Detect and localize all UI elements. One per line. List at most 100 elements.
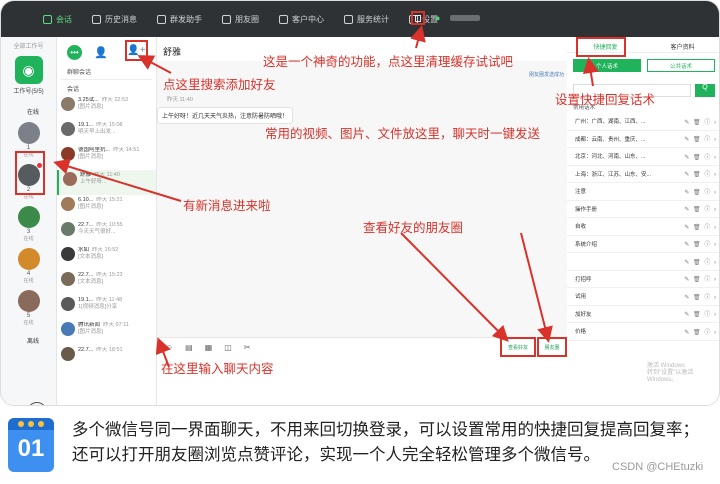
view-moments-button[interactable]: 朋友圈 (537, 337, 567, 357)
image-icon[interactable]: ▦ (205, 343, 213, 352)
menu-item[interactable]: 朋友圈 (222, 14, 259, 25)
chat-item-text: 22.7... 昨天 18:51 (78, 347, 123, 354)
clear-cache-button[interactable] (411, 11, 425, 25)
reply-row[interactable]: 北京：河北、河南、山东、... ✎ 🗑 ⓘ › (567, 148, 719, 166)
avatar (61, 297, 75, 311)
personal-scripts-tab[interactable]: 个人话术 (573, 59, 641, 72)
notice-link[interactable]: 朋友圈发送成功 (529, 71, 564, 78)
row-actions-icon[interactable]: ✎ 🗑 ⓘ › (684, 204, 717, 213)
reply-row[interactable]: 打招呼 ✎ 🗑 ⓘ › (567, 271, 719, 288)
reply-row[interactable]: 操作手册 ✎ 🗑 ⓘ › (567, 201, 719, 218)
account-status: 在线 (23, 278, 34, 284)
chat-item-preview: [图片消息] (78, 329, 104, 335)
chat-list-item[interactable]: 22.7... 昨天 10:55 今天天气很好... (57, 220, 156, 245)
chat-item-time: 昨天 15:23 (96, 272, 123, 278)
menu-item[interactable]: 客户中心 (279, 14, 324, 25)
chat-item-time: 昨天 15:21 (96, 197, 123, 203)
reply-row[interactable]: 成都：云南、贵州、重庆、... ✎ 🗑 ⓘ › (567, 131, 719, 148)
row-actions-icon[interactable]: ✎ 🗑 ⓘ › (684, 292, 717, 301)
reply-row[interactable]: ✎ 🗑 ⓘ › (567, 253, 719, 271)
chat-list-item[interactable]: 舒雅 昨天 11:40 上午好呀... (57, 170, 156, 195)
chat-list-item[interactable]: 腾讯新闻 昨天 07:11 [图片消息] (57, 320, 156, 345)
folder-icon[interactable]: ▤ (185, 343, 193, 352)
chat-tab-icon[interactable]: ••• (67, 44, 82, 60)
chat-item-header: 腾讯新闻 昨天 07:11 (78, 322, 129, 329)
chat-item-time: 昨天 18:51 (96, 347, 123, 353)
menu-item[interactable]: 服务统计 (344, 14, 389, 25)
annotation-quick-reply: 设置快捷回复话术 (555, 93, 656, 107)
message-time: 昨天 11:40 (167, 97, 193, 103)
chat-list-item[interactable]: 19.1... 昨天 15:08 明天早上出发... (57, 120, 156, 145)
avatar (61, 247, 75, 261)
row-actions-icon[interactable]: ✎ 🗑 ⓘ › (684, 187, 717, 196)
avatar (61, 322, 75, 336)
offline-section-label: 离线 (27, 339, 40, 345)
account-item[interactable]: 3 在线 (1, 206, 56, 242)
chat-list-item[interactable]: 22.7... 昨天 15:23 [文本消息] (57, 270, 156, 295)
reply-row[interactable]: 广州：广西、湖南、江西、... ✎ 🗑 ⓘ › (567, 113, 719, 131)
chat-list-item[interactable]: 水如 昨天 16:52 [文本消息] (57, 245, 156, 270)
search-icon[interactable]: Q (695, 84, 715, 97)
chat-item-header: 水如 昨天 16:52 (78, 247, 118, 254)
reply-row[interactable]: 系统介绍 ✎ 🗑 ⓘ › (567, 236, 719, 253)
chat-list-item[interactable]: 德国阿里抗... 昨天 14:51 [图片消息] (57, 145, 156, 170)
chat-item-name: 舒雅 (80, 172, 92, 178)
chat-list-item[interactable]: 22.7... 昨天 18:51 (57, 345, 156, 370)
reply-row[interactable]: 价格 ✎ 🗑 ⓘ › (567, 323, 719, 341)
chat-list-item[interactable]: 6.10... 昨天 15:21 [图片消息] (57, 195, 156, 220)
chat-item-text: 22.7... 昨天 10:55 今天天气很好... (78, 222, 123, 236)
reply-row-label: 北京：河北、河南、山东、... (575, 154, 646, 161)
wechat-icon[interactable]: ◉ (14, 56, 43, 84)
emoji-icon[interactable]: ☺ (165, 343, 173, 352)
reply-row-label: 打招呼 (575, 276, 592, 283)
row-actions-icon[interactable]: ✎ 🗑 ⓘ › (684, 222, 717, 231)
row-actions-icon[interactable]: ✎ 🗑 ⓘ › (684, 257, 717, 266)
row-actions-icon[interactable]: ✎ 🗑 ⓘ › (684, 169, 717, 178)
watermark-line1: 激活 Windows (647, 363, 686, 369)
file-icon[interactable]: ◫ (224, 343, 232, 352)
reply-row[interactable]: 上海：浙江、江苏、山东、安... ✎ 🗑 ⓘ › (567, 166, 719, 183)
reply-row[interactable]: 加好友 ✎ 🗑 ⓘ › (567, 306, 719, 323)
reply-row[interactable]: 自收 ✎ 🗑 ⓘ › (567, 218, 719, 236)
row-actions-icon[interactable]: ✎ 🗑 ⓘ › (684, 152, 717, 161)
contacts-tab-icon[interactable]: 👤 (94, 46, 108, 59)
reply-row[interactable]: 注意 ✎ 🗑 ⓘ › (567, 183, 719, 201)
tab-customer-info[interactable]: 客户资料 (644, 37, 719, 52)
avatar (17, 206, 40, 228)
chat-section-label: 会话 (67, 87, 80, 93)
account-item[interactable]: 4 在线 (1, 248, 56, 284)
row-actions-icon[interactable]: ✎ 🗑 ⓘ › (684, 117, 717, 126)
reply-row[interactable]: 试用 ✎ 🗑 ⓘ › (567, 288, 719, 306)
row-actions-icon[interactable]: ✎ 🗑 ⓘ › (684, 309, 717, 318)
chat-item-preview: 上午好呀... (80, 179, 107, 185)
row-actions-icon[interactable]: ✎ 🗑 ⓘ › (684, 274, 717, 283)
avatar (61, 272, 75, 286)
row-actions-icon[interactable]: ✎ 🗑 ⓘ › (684, 239, 717, 248)
annotation-input: 在这里输入聊天内容 (161, 362, 274, 376)
chat-list-item[interactable]: 3.25试... 昨天 22:53 [图片消息] (57, 95, 156, 120)
annotation-media: 常用的视频、图片、文件放这里，聊天时一键发送 (265, 127, 541, 141)
menu-icon (279, 14, 288, 24)
row-actions-icon[interactable]: ✎ 🗑 ⓘ › (684, 327, 717, 336)
chat-item-name: 19.1... (78, 297, 94, 303)
menu-item[interactable]: 历史消息 (92, 14, 137, 25)
add-friend-button[interactable]: 👤+ (125, 40, 148, 61)
chat-item-time: 昨天 16:52 (92, 247, 119, 253)
screenshot-icon[interactable]: ✂ (244, 343, 251, 352)
account-item[interactable]: 5 在线 (1, 290, 56, 326)
menu-label: 会话 (56, 14, 72, 24)
chat-item-preview: [图片消息] (78, 154, 104, 160)
menu-icon (43, 14, 52, 24)
add-account-button[interactable]: + (27, 402, 47, 405)
chat-item-time: 昨天 10:55 (96, 222, 123, 228)
menu-item[interactable]: 群发助手 (157, 14, 202, 25)
avatar (61, 347, 75, 361)
row-actions-icon[interactable]: ✎ 🗑 ⓘ › (684, 134, 717, 143)
menu-label: 群发助手 (170, 14, 202, 24)
chat-list-item[interactable]: 19.1... 昨天 11:48 1[视频消息]分享 (57, 295, 156, 320)
public-scripts-tab[interactable]: 公共话术 (647, 59, 715, 72)
annotation-new-message: 有新消息进来啦 (183, 199, 271, 213)
group-chat-filter[interactable]: 群聊会话 (61, 67, 152, 80)
view-friend-button[interactable]: 查看好友 (500, 337, 536, 357)
menu-item[interactable]: 会话 (43, 14, 72, 25)
